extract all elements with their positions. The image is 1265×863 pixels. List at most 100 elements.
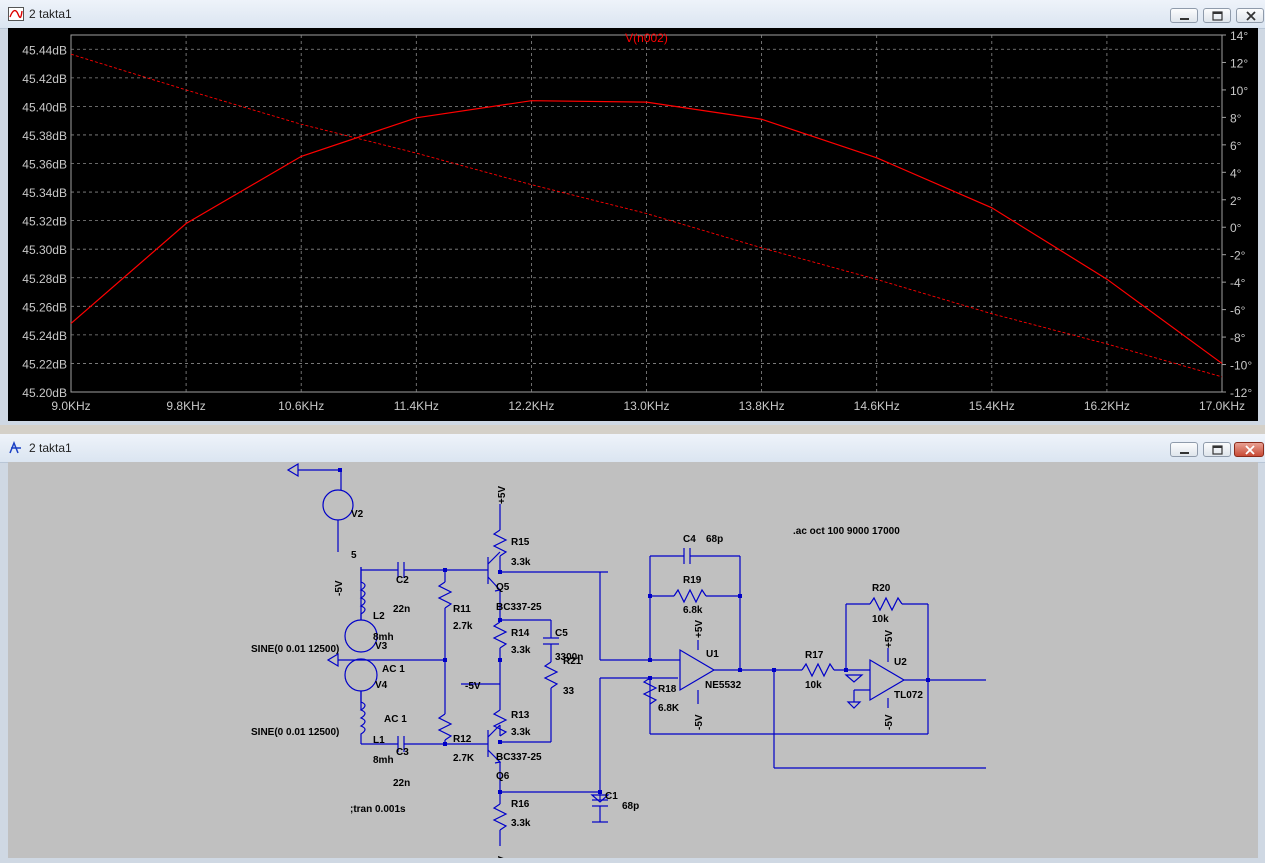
schematic-window[interactable]: 2 takta1 .ac oct 100 9000 17000 ;tran 0.… [0,434,1265,863]
v4-function: SINE(0 0.01 12500) [251,727,339,738]
waveform-window-titlebar[interactable]: 2 takta1 [0,0,1265,29]
close-icon [1246,11,1256,21]
y-left-tick-label: 45.40dB [22,100,67,114]
minimize-button[interactable] [1170,442,1198,457]
r18-name: R18 [658,684,677,695]
y-left-tick-label: 45.32dB [22,215,67,229]
close-button[interactable] [1236,8,1264,23]
l1-value: 8mh [373,755,394,766]
y-left-tick-label: 45.42dB [22,72,67,86]
r12-value: 2.7K [453,753,475,764]
l1-name: L1 [373,735,385,746]
u2-model: TL072 [894,690,923,701]
u1-pos-supply-label: +5V [694,620,705,638]
r20-value: 10k [872,614,889,625]
y-left-tick-label: 45.38dB [22,129,67,143]
r11-value: 2.7k [453,621,473,632]
y-right-tick-label: 4° [1230,166,1242,180]
y-right-tick-label: -6° [1230,304,1246,318]
schematic-canvas[interactable]: .ac oct 100 9000 17000 ;tran 0.001s V2 5… [8,462,1258,858]
maximize-button[interactable] [1203,8,1231,23]
waveform-plot[interactable]: 9.0KHz 9.8KHz 10.6KHz 11.4KHz 12.2KHz 13.0KHz… [8,28,1258,421]
r12-name: R12 [453,734,472,745]
r15-value: 3.3k [511,557,531,568]
y-right-tick-label: 6° [1230,139,1242,153]
c2-value: 22n [393,604,410,615]
q5-pos-supply-label: +5V [497,486,508,504]
trace-label[interactable]: V(n002) [625,31,668,45]
v3-value: AC 1 [382,664,405,675]
tran-directive[interactable]: ;tran 0.001s [350,804,406,815]
x-tick-label: 15.4KHz [969,399,1015,413]
v4-value: AC 1 [384,714,407,725]
maximize-button[interactable] [1203,442,1231,457]
ac-directive[interactable]: .ac oct 100 9000 17000 [793,526,900,537]
close-icon [1245,445,1255,455]
y-left-tick-label: 45.30dB [22,243,67,257]
y-left-tick-label: 45.36dB [22,158,67,172]
u1-model: NE5532 [705,680,742,691]
schematic-svg[interactable]: .ac oct 100 9000 17000 ;tran 0.001s V2 5… [8,462,1258,858]
schematic-junctions [338,468,930,794]
y-right-tick-label: -8° [1230,331,1246,345]
r21-value: 33 [563,686,575,697]
c2-name: C2 [396,575,409,586]
minimize-icon [1180,18,1189,20]
x-tick-label: 13.8KHz [739,399,785,413]
r16-name: R16 [511,799,530,810]
r17-value: 10k [805,680,822,691]
c1-name: C1 [605,791,618,802]
v2-name: V2 [351,509,364,520]
y-left-tick-label: 45.28dB [22,272,67,286]
r14-name: R14 [511,628,530,639]
u2-name: U2 [894,657,907,668]
c3-value: 22n [393,778,410,789]
schematic-icon [9,441,21,454]
y-right-tick-label: 2° [1230,194,1242,208]
q6-name: Q6 [496,771,510,782]
x-tick-label: 11.4KHz [394,399,439,413]
c1-value: 68p [622,801,639,812]
u2-pos-supply-label: +5V [884,630,895,648]
r13-value: 3.3k [511,727,531,738]
r20-name: R20 [872,583,891,594]
y-left-tick-label: 45.44dB [22,43,67,57]
y-left-tick-label: 45.22dB [22,357,67,371]
q5-model: BC337-25 [496,602,542,613]
l2-name: L2 [373,611,385,622]
restore-icon [1212,445,1223,455]
y-right-tick-label: 10° [1230,84,1248,98]
minimize-button[interactable] [1170,8,1198,23]
restore-icon [1212,11,1223,21]
y-right-tick-label: 8° [1230,111,1242,125]
y-left-tick-label: 45.24dB [22,329,67,343]
waveform-window[interactable]: 2 takta1 9.0KHz 9.8KHz 10.6KHz 11.4KHz 12.2K… [0,0,1265,425]
waveform-plot-svg[interactable]: 9.0KHz 9.8KHz 10.6KHz 11.4KHz 12.2KHz 13.0KHz… [8,28,1258,421]
schematic-window-title: 2 takta1 [29,441,72,455]
x-tick-label: 9.0KHz [51,399,90,413]
v2-neg-supply-label: -5V [334,580,345,596]
c4-name: C4 [683,534,696,545]
u1-name: U1 [706,649,719,660]
neg-supply-mid-label: -5V [465,681,481,692]
waveform-icon [8,7,24,21]
y-right-tick-label: -10° [1230,359,1252,373]
u2-neg-supply-label: -5V [884,714,895,730]
r19-name: R19 [683,575,702,586]
l2-value: 8mh [373,632,394,643]
q6-model: BC337-25 [496,752,542,763]
r11-name: R11 [453,604,471,615]
c3-name: C3 [396,747,409,758]
r19-value: 6.8k [683,605,703,616]
y-right-tick-label: 0° [1230,221,1242,235]
y-right-tick-label: 12° [1230,56,1248,70]
y-right-tick-label: -4° [1230,276,1246,290]
x-tick-label: 10.6KHz [278,399,324,413]
x-tick-label: 12.2KHz [508,399,554,413]
r13-name: R13 [511,710,530,721]
x-tick-label: 13.0KHz [623,399,669,413]
c4-value: 68p [706,534,723,545]
schematic-window-titlebar[interactable]: 2 takta1 [0,434,1265,463]
c5-value: 3300n [555,652,583,663]
close-button[interactable] [1234,442,1264,457]
